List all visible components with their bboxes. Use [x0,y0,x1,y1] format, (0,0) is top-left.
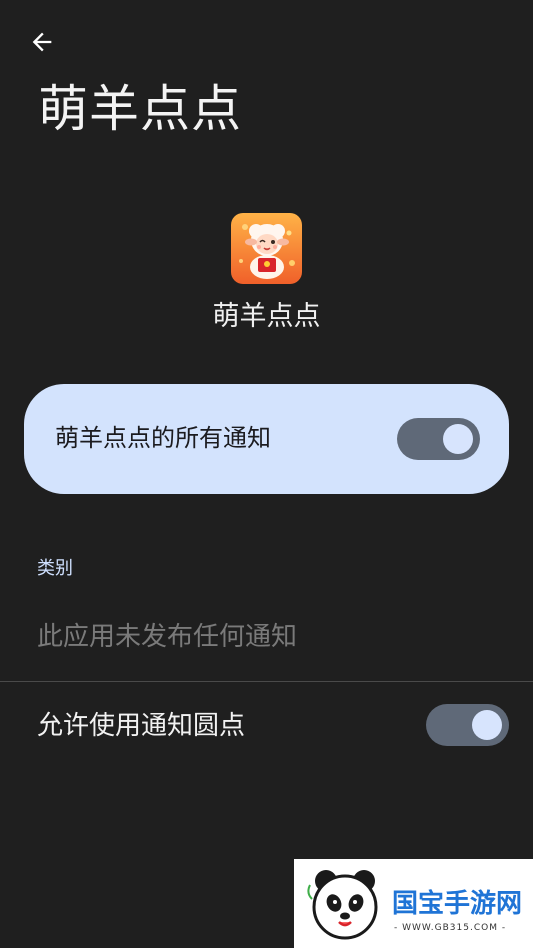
toggle-knob [472,710,502,740]
watermark: 国宝手游网 - WWW.GB315.COM - [294,859,533,948]
divider [0,681,533,682]
all-notifications-toggle[interactable] [397,418,480,460]
app-name: 萌羊点点 [212,301,321,332]
toggle-knob [443,424,473,454]
notification-dot-row[interactable]: 允许使用通知圆点 [0,683,533,769]
no-notifications-text: 此应用未发布任何通知 [37,622,298,652]
panda-logo-icon [307,870,378,940]
arrow-left-icon [32,32,52,52]
page-title: 萌羊点点 [38,80,242,138]
categories-header: 类别 [37,558,73,579]
back-button[interactable] [22,24,62,60]
notification-dot-label: 允许使用通知圆点 [37,711,246,741]
sheep-app-icon [231,213,302,284]
notification-dot-toggle[interactable] [426,704,509,746]
all-notifications-label: 萌羊点点的所有通知 [55,424,271,452]
all-notifications-row[interactable]: 萌羊点点的所有通知 [24,384,509,494]
watermark-url: - WWW.GB315.COM - [394,923,507,933]
watermark-brand: 国宝手游网 [392,889,523,919]
